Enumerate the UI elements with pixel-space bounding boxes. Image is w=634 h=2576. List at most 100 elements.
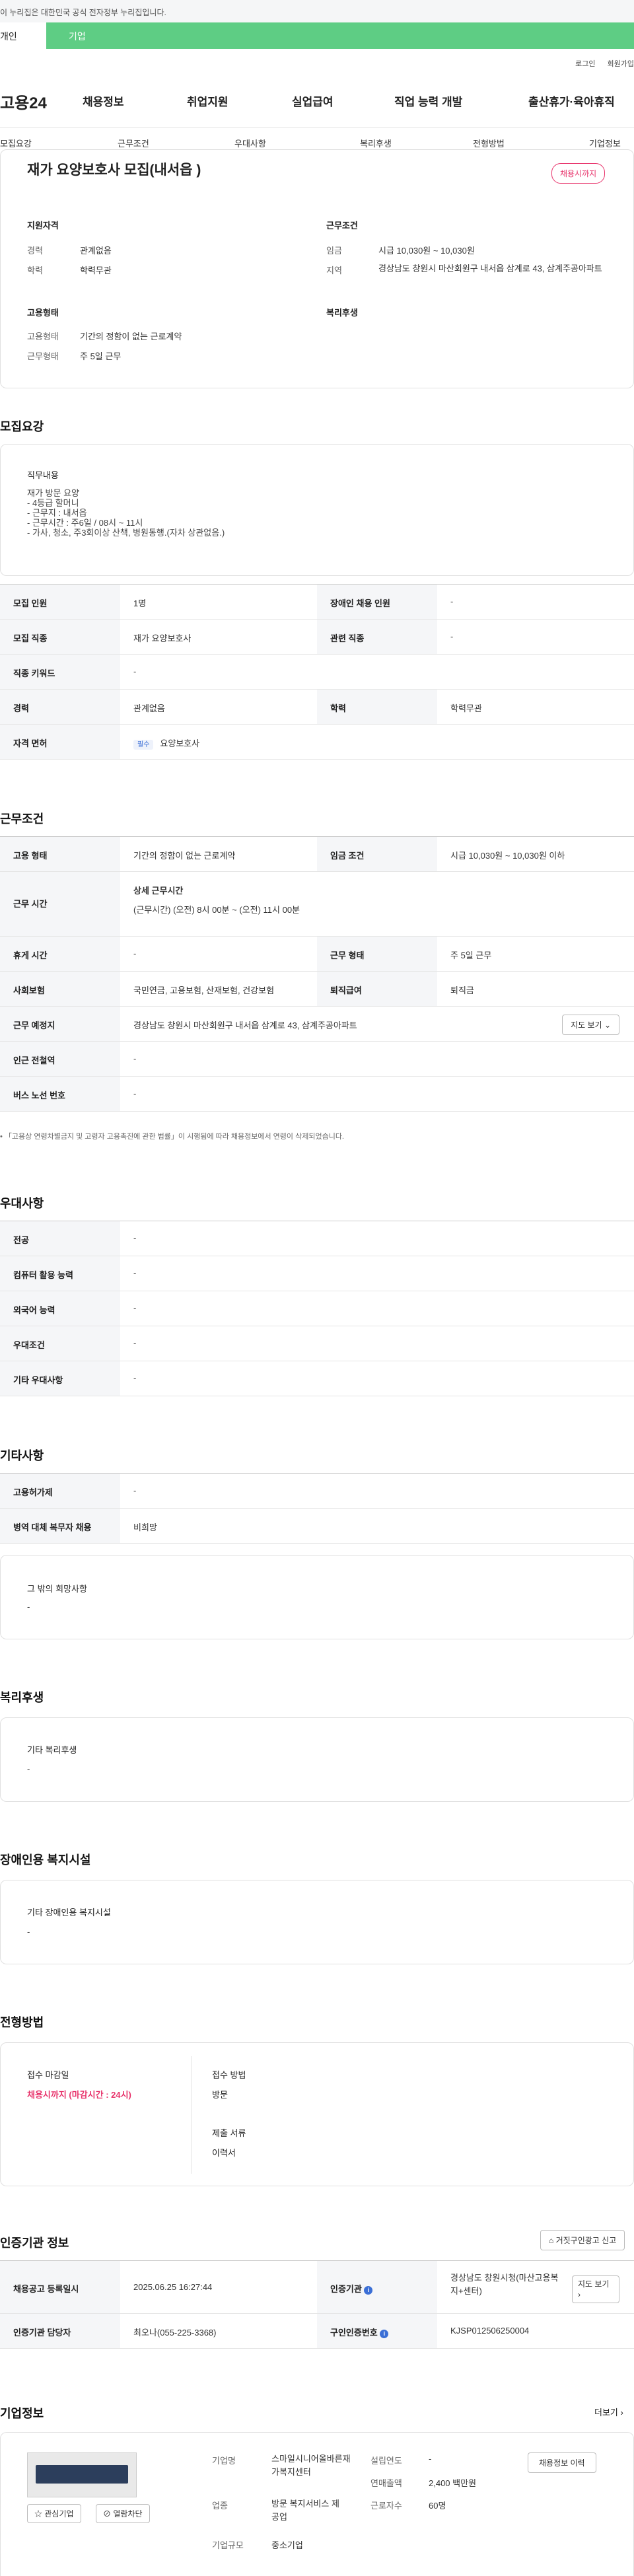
login-link[interactable]: 로그인 — [575, 60, 595, 68]
company-logo — [27, 2452, 137, 2497]
table-row: 채용공고 등록일시 2025.06.25 16:27:44 인증기관 i 경상남도 창… — [0, 2261, 634, 2314]
fav-button[interactable]: ☆ 관심기업 — [27, 2504, 81, 2523]
th: 장애인 채용 인원 — [317, 585, 437, 619]
work-heading: 근무조건 — [0, 812, 44, 826]
gnb-jobs[interactable]: 채용정보 — [83, 92, 124, 109]
th: 퇴직급여 — [317, 972, 437, 1006]
pref-table: 전공 - 컴퓨터 활용 능력 - 외국어 능력 - 우대조건 - 기타 우대사항 - — [0, 1221, 634, 1396]
td: 학력무관 — [450, 703, 482, 713]
td: - — [450, 596, 454, 606]
gov-banner: 이 누리집은 대한민국 공식 전자정부 누리집입니다. — [0, 0, 634, 22]
revenue-label: 연매출액 — [370, 2478, 402, 2488]
th: 관련 직종 — [317, 620, 437, 654]
more-link[interactable]: 더보기 › — [594, 2406, 623, 2418]
td: - — [133, 666, 137, 676]
table-row: 경력 관계없음 학력 학력무관 — [0, 690, 634, 725]
table-row: 고용 형태 기간의 정함이 없는 근로계약 임금 조건 시급 10,030원 ~ 10… — [0, 837, 634, 872]
nav-company[interactable]: 기업정보 — [589, 137, 621, 149]
th: 휴게 시간 — [0, 937, 120, 971]
wtype-value: 주 5일 근무 — [80, 351, 122, 361]
th: 학력 — [317, 690, 437, 724]
th: 임금 조건 — [317, 837, 437, 871]
table-row: 자격 면허 필수 요양보호사 — [0, 725, 634, 760]
gnb-leave[interactable]: 출산휴가·육아휴직 — [528, 92, 615, 109]
table-row: 우대조건 - — [0, 1326, 634, 1361]
signup-link[interactable]: 회원가입 — [608, 60, 634, 68]
td: 1명 — [133, 598, 147, 608]
map-label: 지도 보기 — [578, 2279, 610, 2289]
tab-company[interactable]: 기업 — [46, 22, 634, 49]
nav-welfare[interactable]: 복리후생 — [360, 137, 392, 149]
nav-process[interactable]: 전형방법 — [473, 137, 505, 149]
method-title: 접수 방법 — [212, 2070, 246, 2080]
map-button-label: 지도 보기 — [571, 1020, 602, 1030]
duty-line: - 근무지 : 내서읍 — [27, 508, 87, 518]
star-icon: ☆ — [34, 2509, 43, 2519]
deadline-value: 채용시까지 (마감시간 : 24시) — [27, 2090, 131, 2100]
required-tag: 필수 — [133, 740, 154, 750]
disabled-card: 기타 장애인용 복지시설 - — [0, 1880, 634, 1964]
th: 근무 예정지 — [0, 1007, 120, 1041]
th: 근무 형태 — [317, 937, 437, 971]
license-value: 요양보호사 — [160, 738, 200, 748]
th: 근무 시간 — [0, 872, 120, 936]
table-row: 인근 전철역 - — [0, 1042, 634, 1077]
welfare-heading: 복리후생 — [0, 1691, 44, 1704]
fav-label: 관심기업 — [44, 2509, 74, 2519]
gnb-benefit[interactable]: 실업급여 — [292, 92, 334, 109]
site-logo[interactable]: 고용24 — [0, 90, 47, 113]
td: 비희망 — [133, 1522, 157, 1532]
td: 필수 요양보호사 — [120, 725, 634, 759]
etype-title: 고용형태 — [27, 308, 59, 318]
td: 상세 근무시간 (근무시간) (오전) 8시 00분 ~ (오전) 11시 00분 — [120, 872, 634, 936]
gnb-support[interactable]: 취업지원 — [187, 92, 229, 109]
qual-title: 지원자격 — [27, 221, 59, 231]
region-value: 경상남도 창원시 마산회원구 내서읍 삼계로 43, 삼계주공아파트 — [378, 264, 602, 273]
cert-table: 채용공고 등록일시 2025.06.25 16:27:44 인증기관 i 경상남도 창… — [0, 2260, 634, 2349]
age-note: • 「고용상 연령차별금지 및 고령자 고용촉진에 관한 법률」이 시행됨에 따… — [0, 1133, 344, 1141]
map-button[interactable]: 지도 보기 ⌄ — [562, 1015, 619, 1035]
home-icon: ⌂ — [549, 2236, 554, 2245]
welfare-title: 복리후생 — [326, 308, 358, 318]
site-header: 로그인 회원가입 고용24 채용정보 취업지원 실업급여 직업 능력 개발 출산휴… — [0, 49, 634, 128]
nav-recruit[interactable]: 모집요강 — [0, 137, 32, 149]
td: 주 5일 근무 — [450, 950, 492, 960]
gnb-training[interactable]: 직업 능력 개발 — [394, 92, 462, 109]
th: 외국어 능력 — [0, 1291, 120, 1326]
td: 시급 10,030원 ~ 10,030원 이하 — [450, 851, 565, 861]
th: 컴퓨터 활용 능력 — [0, 1256, 120, 1291]
chevron-right-icon: › — [578, 2290, 581, 2299]
nav-preference[interactable]: 우대사항 — [234, 137, 266, 149]
disabled-value: - — [27, 1927, 30, 1937]
job-title: 재가 요양보호사 모집(내서읍 ) — [27, 162, 201, 178]
info-icon[interactable]: i — [364, 2286, 373, 2295]
util-menu: 로그인 회원가입 — [563, 58, 634, 69]
table-row: 사회보험 국민연금, 고용보험, 산재보험, 건강보험 퇴직급여 퇴직금 — [0, 972, 634, 1007]
td: - — [133, 1268, 137, 1278]
jobs-history-button[interactable]: 채용정보 이력 — [528, 2452, 596, 2473]
th: 모집 인원 — [0, 585, 120, 619]
info-icon[interactable]: i — [380, 2330, 389, 2338]
report-button[interactable]: ⌂ 거짓구인광고 신고 — [540, 2230, 625, 2250]
etc-table: 고용허가제 - 병역 대체 복무자 채용 비희망 — [0, 1473, 634, 1544]
cond-title: 근무조건 — [326, 221, 358, 231]
region-label: 지역 — [326, 266, 342, 275]
cert-map-button[interactable]: 지도 보기 › — [572, 2275, 619, 2303]
th: 인근 전철역 — [0, 1042, 120, 1076]
table-row: 휴게 시간 - 근무 형태 주 5일 근무 — [0, 937, 634, 972]
td: - — [133, 1233, 137, 1243]
th: 고용허가제 — [0, 1474, 120, 1508]
td: 재가 요양보호사 — [133, 633, 192, 643]
th: 모집 직종 — [0, 620, 120, 654]
th: 전공 — [0, 1221, 120, 1256]
career-value: 관계없음 — [80, 246, 112, 256]
tab-personal[interactable]: 개인 — [0, 22, 46, 49]
table-row: 고용허가제 - — [0, 1474, 634, 1509]
nav-conditions[interactable]: 근무조건 — [118, 137, 149, 149]
block-button[interactable]: ⊘ 열람차단 — [96, 2504, 150, 2523]
duty-line: - 가사, 청소, 주3회이상 산책, 병원동행.(자차 상관없음.) — [27, 528, 225, 538]
org-label: 인증기관 — [330, 2284, 362, 2294]
td: - — [133, 1089, 137, 1098]
table-row: 전공 - — [0, 1221, 634, 1256]
duty-title: 직무내용 — [27, 470, 59, 480]
